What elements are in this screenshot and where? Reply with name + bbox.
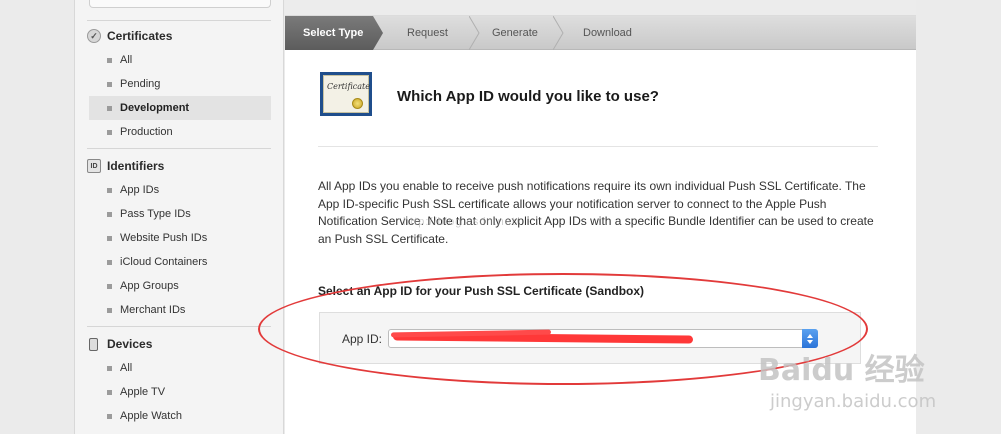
bullet-icon [107, 365, 112, 371]
chevron-right-icon [469, 16, 480, 50]
section-devices[interactable]: Devices [87, 335, 152, 353]
bullet-icon [107, 389, 112, 395]
top-strip [285, 0, 916, 16]
sidebar-item-merchant-ids[interactable]: Merchant IDs [89, 299, 271, 321]
sidebar-item-label: All [120, 362, 133, 374]
sidebar-item-label: Merchant IDs [120, 304, 186, 316]
sidebar-item-devices-all[interactable]: All [89, 357, 271, 379]
page-heading: Which App ID would you like to use? [397, 88, 659, 105]
bullet-icon [107, 57, 112, 63]
watermark-url: http://blog.csdn.net/ [403, 216, 521, 228]
section-title: Certificates [107, 29, 173, 43]
sidebar-item-label: Website Push IDs [120, 232, 208, 244]
sidebar-item-pass-type-ids[interactable]: Pass Type IDs [89, 203, 271, 225]
sidebar-item-apple-watch[interactable]: Apple Watch [89, 405, 271, 427]
section-certificates[interactable]: ✓ Certificates [87, 27, 172, 45]
certificate-script-text: Certificate [327, 82, 370, 91]
select-arrows-icon[interactable] [802, 329, 818, 348]
certificate-paper: Certificate [323, 75, 370, 113]
divider [87, 326, 271, 327]
sidebar-item-label: iCloud Containers [120, 256, 208, 268]
section-identifiers[interactable]: ID Identifiers [87, 157, 164, 175]
seal-icon [352, 98, 363, 109]
app-id-dropdown[interactable] [388, 329, 818, 348]
divider [87, 20, 271, 21]
section-title: Identifiers [107, 159, 165, 173]
bullet-icon [107, 413, 112, 419]
bullet-icon [107, 283, 112, 289]
step-request[interactable]: Request [407, 16, 448, 50]
arrow-down-icon [807, 339, 813, 344]
step-generate[interactable]: Generate [492, 16, 538, 50]
certificate-icon: Certificate [320, 72, 372, 116]
step-progress-bar: Select Type Request Generate Download [285, 16, 916, 50]
divider [318, 146, 878, 147]
sidebar-item-label: Pass Type IDs [120, 208, 191, 220]
sidebar-item-label: Pending [120, 78, 161, 90]
main-panel: Select Type Request Generate Download Ce… [285, 0, 916, 434]
device-icon [89, 337, 98, 351]
sidebar-item-production[interactable]: Production [89, 121, 271, 143]
bullet-icon [107, 105, 112, 111]
sidebar-item-label: App Groups [120, 280, 179, 292]
bullet-icon [107, 129, 112, 135]
section-title: Devices [107, 337, 153, 351]
id-icon: ID [87, 159, 101, 173]
sidebar-item-app-groups[interactable]: App Groups [89, 275, 271, 297]
app-id-label: App ID: [342, 332, 383, 346]
sidebar-item-certificates-all[interactable]: All [89, 49, 271, 71]
chevron-right-icon [553, 16, 564, 50]
sidebar-search-stub[interactable] [89, 0, 271, 8]
sidebar-item-pending[interactable]: Pending [89, 73, 271, 95]
sidebar-item-website-push-ids[interactable]: Website Push IDs [89, 227, 271, 249]
bullet-icon [107, 259, 112, 265]
bullet-icon [107, 307, 112, 313]
divider [87, 148, 271, 149]
page-background-right [916, 0, 1001, 434]
page-background-left [0, 0, 74, 434]
certificate-icon: ✓ [87, 29, 101, 43]
sidebar-item-label: Apple TV [120, 386, 166, 398]
description-text: All App IDs you enable to receive push n… [318, 179, 874, 247]
bullet-icon [107, 81, 112, 87]
bullet-icon [107, 211, 112, 217]
sidebar: ✓ Certificates All Pending Development P… [74, 0, 284, 434]
sidebar-item-label: Production [120, 126, 173, 138]
bullet-icon [107, 235, 112, 241]
sidebar-item-development[interactable]: Development [89, 96, 271, 120]
sidebar-item-label: App IDs [120, 184, 160, 196]
app-id-select-panel: App ID: [319, 312, 861, 364]
sidebar-item-app-ids[interactable]: App IDs [89, 179, 271, 201]
sidebar-item-label: All [120, 54, 133, 66]
sidebar-item-label: Development [120, 102, 190, 114]
step-download[interactable]: Download [583, 16, 632, 50]
sidebar-item-label: Apple Watch [120, 410, 182, 422]
step-select-type[interactable]: Select Type [303, 16, 363, 50]
select-app-id-heading: Select an App ID for your Push SSL Certi… [318, 284, 645, 298]
bullet-icon [107, 187, 112, 193]
sidebar-item-apple-tv[interactable]: Apple TV [89, 381, 271, 403]
sidebar-item-icloud-containers[interactable]: iCloud Containers [89, 251, 271, 273]
arrow-up-icon [807, 333, 813, 338]
